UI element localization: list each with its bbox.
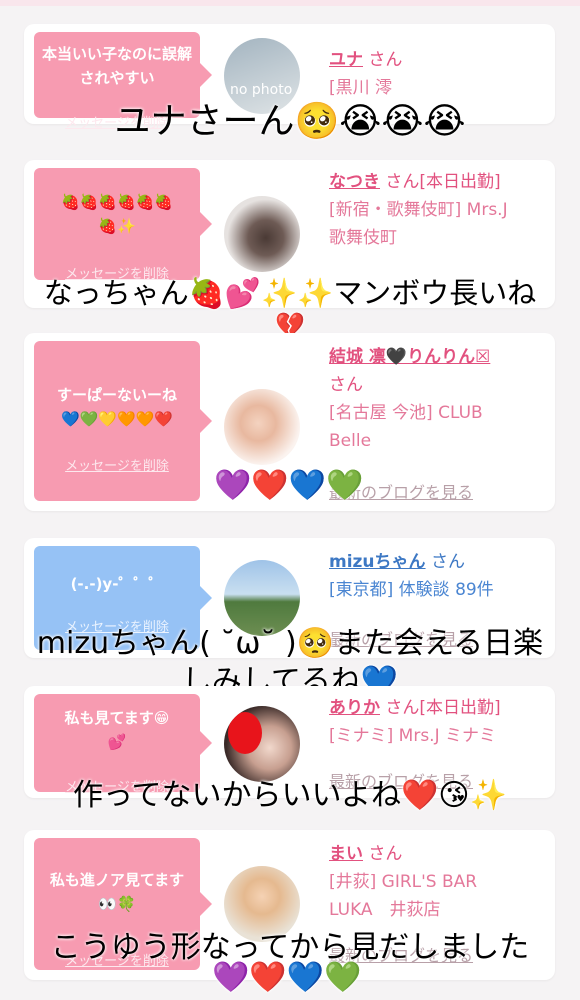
profile-name-link[interactable]: 結城 凛🖤りんりん☒ [329,347,490,367]
profile-info: まい さん [井荻] GIRL'S BAR LUKA 井荻店 [329,840,549,924]
message-text: (-.-)y-゜゜゜ [70,575,164,593]
review-info: [東京都] 体験談 89件 [329,580,494,600]
profile-name-link[interactable]: なつき [329,172,380,192]
top-strip [0,0,580,6]
honorific: さん [329,375,363,395]
shop-info: [新宿・歌舞伎町] Mrs.J [329,200,508,220]
avatar-yuki-rin[interactable] [224,389,300,465]
message-text: 私も進ノア見てます👀🍀 [49,871,185,913]
message-text: 本当いい子なのに誤解されやすい [41,45,192,87]
honorific: さん [368,50,403,70]
profile-info: 結城 凛🖤りんりん☒ さん [名古屋 今池] CLUB Belle [329,343,549,455]
overlay-hearts: 💜❤️💙💚 [214,468,364,503]
message-bubble: すーぱーないーね💙💚💛🧡🧡❤️ メッセージを削除 [34,341,212,501]
shop-info: [井荻] GIRL'S BAR [329,872,478,892]
delete-message-link[interactable]: メッセージを削除 [34,455,200,474]
shop-info: [名古屋 今池] CLUB [329,403,483,423]
avatar-natsuki[interactable] [224,196,300,272]
message-text: すーぱーないーね💙💚💛🧡🧡❤️ [56,386,177,428]
message-text: 🍓🍓🍓🍓🍓🍓🍓✨ [60,193,174,235]
profile-info: なつき さん[本日出勤] [新宿・歌舞伎町] Mrs.J 歌舞伎町 [329,168,549,252]
honorific: さん [430,552,465,572]
overlay-comment: なっちゃん🍓💕✨✨マンボウ長いね [43,276,537,310]
honorific: さん [385,698,420,718]
work-today-badge: [本日出勤] [419,698,501,718]
shop-info-2: LUKA 井荻店 [329,900,441,920]
shop-info-2: 歌舞伎町 [329,228,397,248]
profile-info: ありか さん[本日出勤] [ミナミ] Mrs.J ミナミ [329,694,549,750]
profile-name-link[interactable]: mizuちゃん [329,552,426,572]
profile-info: mizuちゃん さん [東京都] 体験談 89件 [329,548,549,604]
work-today-badge: [本日出勤] [419,172,501,192]
shop-info: [ミナミ] Mrs.J ミナミ [329,726,497,746]
shop-info-2: Belle [329,431,372,451]
message-text: 私も見てます😁💕 [64,709,170,751]
red-mark-shape [228,712,262,754]
overlay-comment: ユナさーん🥺😭😭😭 [114,101,466,142]
message-bubble: 🍓🍓🍓🍓🍓🍓🍓✨ メッセージを削除 [34,168,212,282]
honorific: さん [385,172,420,192]
overlay-hearts: 💜❤️💙💚 [212,960,362,995]
overlay-comment: 作ってないからいいよね❤️😘✨ [73,778,507,813]
profile-name-link[interactable]: まい [329,844,363,864]
honorific: さん [368,844,403,864]
profile-name-link[interactable]: ありか [329,698,380,718]
profile-name-link[interactable]: ユナ [329,50,363,70]
